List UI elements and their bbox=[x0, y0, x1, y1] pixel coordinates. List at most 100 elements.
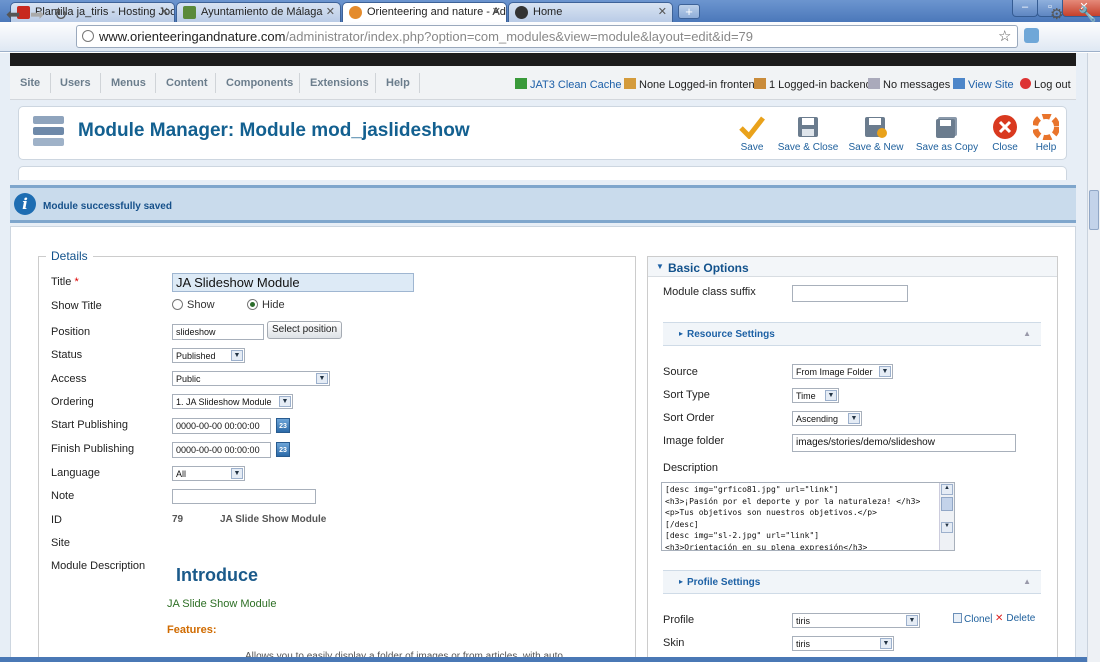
finish-publishing-label: Finish Publishing bbox=[51, 443, 135, 455]
close-tab-icon[interactable]: ✕ bbox=[326, 5, 335, 18]
new-tab-button[interactable]: + bbox=[678, 4, 700, 19]
browser-tab-active[interactable]: Orienteering and nature - Admi ✕ bbox=[342, 2, 507, 22]
save-close-button[interactable]: Save & Close bbox=[776, 114, 840, 153]
minimize-button[interactable]: – bbox=[1012, 0, 1038, 17]
show-radio[interactable]: Show bbox=[172, 299, 215, 311]
logout-link[interactable]: Log out bbox=[1020, 78, 1071, 91]
save-new-button[interactable]: Save & New bbox=[847, 114, 905, 153]
textarea-scrollbar[interactable]: ▲ ▼ bbox=[939, 483, 954, 550]
class-suffix-input[interactable] bbox=[792, 285, 908, 302]
clone-link[interactable]: Clone bbox=[953, 613, 990, 625]
back-arrow-icon[interactable]: ⬅ bbox=[6, 5, 20, 25]
tab-title: Ayuntamiento de Málaga bbox=[201, 6, 323, 18]
header-strip bbox=[10, 53, 1076, 66]
skin-select[interactable]: tiris ▼ bbox=[792, 636, 894, 651]
access-select[interactable]: Public ▼ bbox=[172, 371, 330, 386]
scroll-thumb[interactable] bbox=[941, 497, 953, 511]
save-button[interactable]: Save bbox=[733, 114, 771, 153]
menu-divider bbox=[100, 73, 101, 93]
resource-settings-header[interactable]: ▸ Resource Settings ▲ bbox=[663, 322, 1041, 346]
forward-arrow-icon[interactable]: ➡ bbox=[30, 5, 44, 25]
extension-icon[interactable]: ⚙ bbox=[1050, 5, 1063, 23]
clean-cache-link[interactable]: JAT3 Clean Cache bbox=[515, 78, 622, 91]
options-panel bbox=[647, 256, 1058, 662]
close-tab-icon[interactable]: ✕ bbox=[160, 5, 169, 18]
note-input[interactable] bbox=[172, 489, 316, 504]
wrench-icon[interactable]: 🔧 bbox=[1078, 5, 1097, 23]
vertical-scrollbar[interactable] bbox=[1087, 53, 1100, 662]
menu-menus[interactable]: Menus bbox=[111, 77, 146, 89]
language-select[interactable]: All ▼ bbox=[172, 466, 245, 481]
description-label: Description bbox=[663, 462, 719, 474]
tab-title: Orienteering and nature - Admi bbox=[367, 6, 507, 18]
checkmark-icon bbox=[733, 114, 771, 140]
view-site-link[interactable]: View Site bbox=[953, 78, 1014, 91]
close-tab-icon[interactable]: ✕ bbox=[658, 5, 667, 18]
save-copy-button[interactable]: Save as Copy bbox=[914, 114, 980, 153]
delete-link[interactable]: ✕ Delete bbox=[995, 613, 1035, 624]
sort-order-value: Ascending bbox=[796, 414, 839, 424]
description-textarea[interactable]: [desc img="grfico81.jpg" url="link"] <h3… bbox=[661, 482, 955, 551]
page-icon bbox=[183, 6, 196, 19]
language-value: All bbox=[176, 469, 187, 479]
address-bar[interactable]: www.orienteeringandnature.com/administra… bbox=[76, 25, 1018, 48]
chevron-down-icon: ▼ bbox=[880, 638, 892, 649]
start-publishing-input[interactable]: 0000-00-00 00:00:00 bbox=[172, 418, 271, 434]
show-title-label: Show Title bbox=[51, 300, 102, 312]
scrollbar-thumb[interactable] bbox=[1089, 190, 1099, 230]
star-icon[interactable]: ☆ bbox=[998, 27, 1011, 45]
status-select[interactable]: Published ▼ bbox=[172, 348, 245, 363]
help-button[interactable]: Help bbox=[1032, 114, 1060, 153]
details-fieldset bbox=[38, 256, 636, 662]
frontend-status-label: None Logged-in frontend bbox=[639, 79, 761, 91]
browser-tab[interactable]: Ayuntamiento de Málaga ✕ bbox=[176, 2, 341, 22]
menu-site[interactable]: Site bbox=[20, 77, 40, 89]
position-input[interactable]: slideshow bbox=[172, 324, 264, 340]
sort-type-select[interactable]: Time ▼ bbox=[792, 388, 839, 403]
messages-status[interactable]: No messages bbox=[868, 78, 950, 91]
close-button[interactable]: Close bbox=[988, 114, 1022, 153]
profile-select[interactable]: tiris ▼ bbox=[792, 613, 920, 628]
collapse-arrow-icon: ▲ bbox=[1023, 329, 1031, 338]
messages-label: No messages bbox=[883, 79, 951, 91]
menu-divider bbox=[155, 73, 156, 93]
select-position-button[interactable]: Select position bbox=[267, 321, 343, 339]
scroll-up-icon[interactable]: ▲ bbox=[941, 484, 953, 495]
reload-icon[interactable]: ↻ bbox=[54, 5, 67, 25]
source-value: From Image Folder bbox=[796, 367, 873, 377]
save-label: Save bbox=[740, 142, 764, 153]
title-label-text: Title bbox=[51, 276, 72, 288]
basic-options-title[interactable]: Basic Options bbox=[668, 261, 749, 275]
globe-icon bbox=[82, 30, 94, 42]
close-circle-icon bbox=[988, 114, 1022, 140]
sort-order-label: Sort Order bbox=[663, 412, 715, 424]
required-asterisk: * bbox=[74, 276, 79, 288]
ordering-select[interactable]: 1. JA Slideshow Module ▼ bbox=[172, 394, 293, 409]
profile-label: Profile bbox=[663, 614, 695, 626]
menu-help[interactable]: Help bbox=[386, 77, 410, 89]
calendar-icon[interactable]: 23 bbox=[276, 442, 290, 457]
extension-icon[interactable] bbox=[1024, 28, 1039, 43]
hide-radio[interactable]: Hide bbox=[247, 299, 285, 311]
menu-users[interactable]: Users bbox=[60, 77, 91, 89]
finish-publishing-input[interactable]: 0000-00-00 00:00:00 bbox=[172, 442, 271, 458]
sort-type-label: Sort Type bbox=[663, 389, 710, 401]
scroll-down-icon[interactable]: ▼ bbox=[941, 522, 953, 533]
menu-content[interactable]: Content bbox=[166, 77, 208, 89]
sort-order-select[interactable]: Ascending ▼ bbox=[792, 411, 862, 426]
close-tab-icon[interactable]: ✕ bbox=[492, 5, 501, 18]
browser-tab[interactable]: Home ✕ bbox=[508, 2, 673, 22]
collapse-arrow-icon: ▲ bbox=[1023, 577, 1031, 586]
copy-icon bbox=[953, 613, 962, 623]
delete-x-icon: ✕ bbox=[995, 613, 1004, 624]
info-icon: i bbox=[14, 193, 36, 215]
menu-extensions[interactable]: Extensions bbox=[310, 77, 369, 89]
separator: | bbox=[990, 613, 993, 624]
source-select[interactable]: From Image Folder ▼ bbox=[792, 364, 893, 379]
profile-settings-header[interactable]: ▸ Profile Settings ▲ bbox=[663, 570, 1041, 594]
calendar-icon[interactable]: 23 bbox=[276, 418, 290, 433]
image-folder-input[interactable]: images/stories/demo/slideshow bbox=[792, 434, 1016, 452]
menu-components[interactable]: Components bbox=[226, 77, 293, 89]
users-icon bbox=[624, 78, 636, 89]
title-input[interactable]: JA Slideshow Module bbox=[172, 273, 414, 292]
